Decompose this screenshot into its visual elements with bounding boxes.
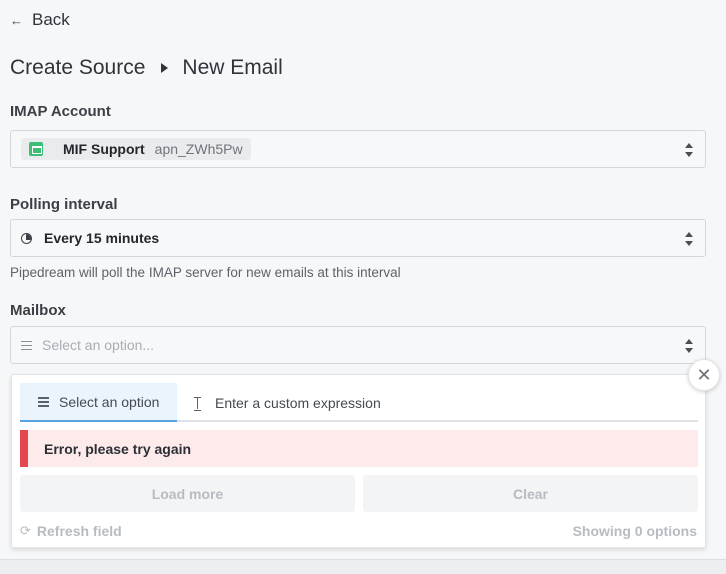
tab-custom-expression[interactable]: Enter a custom expression [194, 383, 381, 422]
imap-account-label: IMAP Account [10, 103, 111, 120]
mailbox-placeholder: Select an option... [42, 337, 155, 353]
polling-interval-value: Every 15 minutes [44, 230, 160, 246]
select-arrows-icon [685, 339, 693, 353]
dropdown-tabs: Select an option Enter a custom expressi… [20, 383, 698, 422]
breadcrumb-create-source: Create Source [10, 56, 146, 79]
refresh-icon: ⟳ [20, 523, 31, 538]
imap-account-select[interactable]: MIF Support apn_ZWh5Pw [10, 130, 706, 168]
refresh-field-button[interactable]: ⟳ Refresh field [20, 523, 122, 539]
mailbox-dropdown-panel: Select an option Enter a custom expressi… [11, 374, 706, 548]
error-message: Error, please try again [44, 440, 192, 457]
page-title: Create Source New Email [10, 56, 283, 80]
clear-button[interactable]: Clear [363, 475, 698, 512]
refresh-label: Refresh field [36, 523, 122, 539]
breadcrumb-new-email: New Email [182, 56, 283, 79]
tab-label: Enter a custom expression [215, 394, 381, 411]
load-more-button[interactable]: Load more [20, 475, 355, 512]
clock-icon [21, 232, 32, 244]
back-link[interactable]: ← Back [10, 10, 70, 30]
back-arrow-icon: ← [10, 12, 23, 28]
tab-label: Select an option [59, 393, 160, 410]
bottom-bar [0, 559, 726, 574]
page: ← Back Create Source New Email IMAP Acco… [0, 0, 726, 574]
mailbox-label: Mailbox [10, 302, 66, 319]
account-pill: MIF Support apn_ZWh5Pw [21, 138, 251, 160]
polling-interval-label: Polling interval [10, 196, 118, 213]
polling-interval-select[interactable]: Every 15 minutes [10, 219, 706, 257]
account-name: MIF Support [63, 141, 145, 157]
caret-right-icon [161, 63, 169, 73]
list-icon [38, 397, 49, 407]
options-count: Showing 0 options [572, 523, 697, 539]
close-dropdown-button[interactable]: ✕ [688, 359, 720, 391]
error-alert: Error, please try again [20, 430, 698, 467]
select-arrows-icon [685, 143, 693, 157]
tab-select-option[interactable]: Select an option [20, 383, 177, 422]
close-icon: ✕ [696, 364, 712, 385]
list-icon [21, 340, 32, 350]
email-icon [29, 142, 43, 156]
text-cursor-icon [194, 396, 201, 411]
select-arrows-icon [685, 232, 693, 246]
account-id: apn_ZWh5Pw [154, 141, 243, 157]
mailbox-select[interactable]: Select an option... [10, 326, 706, 364]
polling-hint: Pipedream will poll the IMAP server for … [10, 265, 401, 280]
back-label: Back [32, 10, 70, 29]
